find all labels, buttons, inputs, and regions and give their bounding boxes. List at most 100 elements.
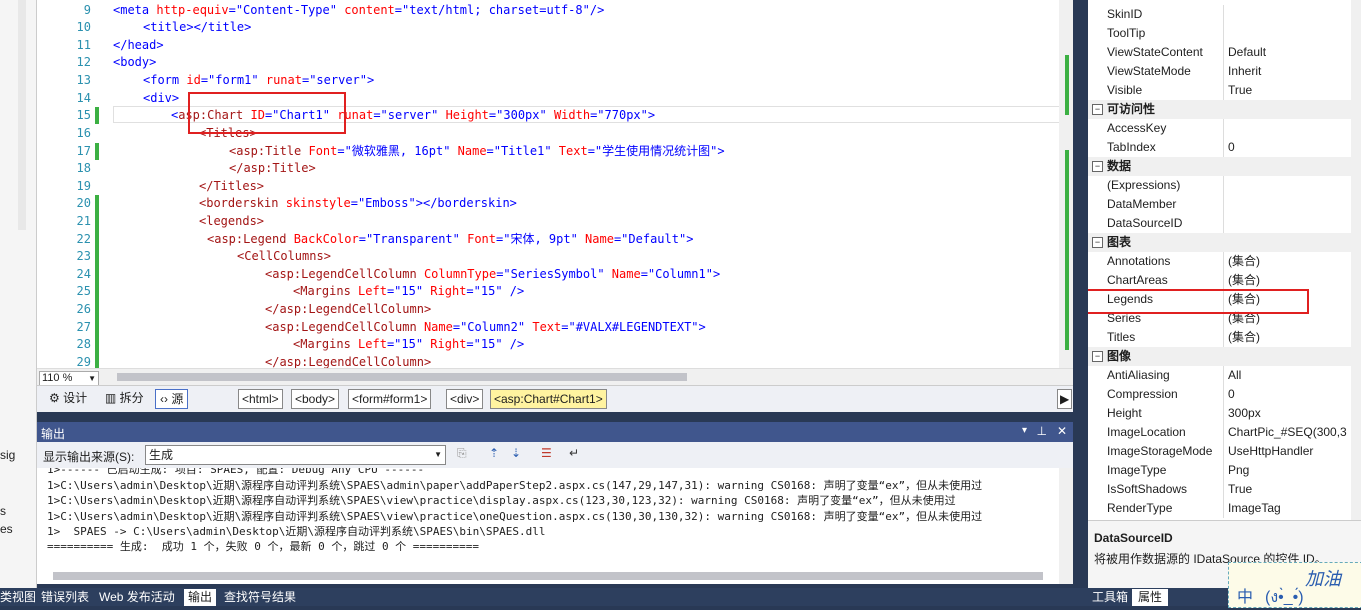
code-line[interactable]: </asp:LegendCellColumn> (265, 301, 431, 318)
output-text-area[interactable]: 1>------ 已启动生成: 项目: SPAES, 配置: Debug Any… (37, 468, 1073, 584)
property-value[interactable] (1228, 24, 1350, 43)
code-line[interactable]: </asp:LegendCellColumn> (265, 354, 431, 368)
code-line[interactable]: <Margins Left="15" Right="15" /> (293, 336, 524, 353)
code-line[interactable]: <asp:Title Font="微软雅黑, 16pt" Name="Title… (229, 143, 725, 160)
property-row[interactable]: RenderType ImageTag (1088, 499, 1361, 518)
code-line[interactable]: <asp:Legend BackColor="Transparent" Font… (207, 231, 693, 248)
property-category[interactable]: − 图像 (1088, 347, 1361, 366)
property-category[interactable]: − 图表 (1088, 233, 1361, 252)
go-to-location-icon[interactable]: ⎘ (457, 446, 467, 461)
property-value[interactable]: Png (1228, 461, 1350, 480)
tab-toolbox[interactable]: 工具箱 (1092, 589, 1128, 606)
source-view-button[interactable]: ‹› 源 (155, 389, 189, 409)
zoom-dropdown[interactable]: 110 % ▼ (39, 371, 99, 386)
property-value[interactable]: All (1228, 366, 1350, 385)
output-horizontal-scrollbar[interactable] (53, 572, 1043, 580)
output-vertical-scrollbar[interactable] (1059, 468, 1073, 584)
property-value[interactable]: UseHttpHandler (1228, 442, 1350, 461)
properties-scrollbar[interactable] (1351, 0, 1361, 520)
collapse-icon[interactable]: − (1092, 237, 1103, 248)
property-row[interactable]: DataMember (1088, 195, 1361, 214)
code-line[interactable]: <meta http-equiv="Content-Type" content=… (113, 2, 604, 19)
code-line[interactable]: <div> (143, 90, 179, 107)
tab-error-list[interactable]: 错误列表 (41, 589, 89, 606)
breadcrumb-body[interactable]: <body> (291, 389, 340, 409)
property-value[interactable]: True (1228, 480, 1350, 499)
collapse-icon[interactable]: − (1092, 104, 1103, 115)
breadcrumb-div[interactable]: <div> (446, 389, 484, 409)
property-row[interactable]: SkinID (1088, 5, 1361, 24)
editor-vertical-scrollbar[interactable] (1059, 0, 1073, 368)
code-line[interactable]: <form id="form1" runat="server"> (143, 72, 374, 89)
breadcrumb-scroll-right[interactable]: ▶ (1057, 389, 1073, 409)
close-icon[interactable]: ✕ (1057, 424, 1067, 438)
property-row[interactable]: Annotations (集合) (1088, 252, 1361, 271)
clear-all-icon[interactable]: ☰ (541, 446, 552, 460)
property-row[interactable]: (Expressions) (1088, 176, 1361, 195)
tab-web-publish[interactable]: Web 发布活动 (99, 589, 175, 606)
next-message-icon[interactable]: ⇣ (511, 446, 521, 460)
property-row[interactable]: Compression 0 (1088, 385, 1361, 404)
property-row[interactable]: AntiAliasing All (1088, 366, 1361, 385)
collapse-icon[interactable]: − (1092, 161, 1103, 172)
property-value[interactable] (1228, 5, 1350, 24)
code-line[interactable]: <borderskin skinstyle="Emboss"></borders… (199, 195, 517, 212)
property-value[interactable] (1228, 119, 1350, 138)
property-value[interactable]: (集合) (1228, 328, 1350, 347)
property-value[interactable]: ImageTag (1228, 499, 1350, 518)
property-row[interactable]: ImageLocation ChartPic_#SEQ(300,3 (1088, 423, 1361, 442)
property-value[interactable]: 0 (1228, 138, 1350, 157)
property-row[interactable]: ViewStateMode Inherit (1088, 62, 1361, 81)
panel-menu-icon[interactable]: ▾ (1022, 425, 1027, 436)
pin-icon[interactable]: ⊥ (1037, 424, 1047, 438)
property-value[interactable]: 300px (1228, 404, 1350, 423)
code-line[interactable]: </head> (113, 37, 164, 54)
property-row[interactable]: ChartAreas (集合) (1088, 271, 1361, 290)
class-view-scrollbar[interactable] (18, 0, 26, 230)
code-line[interactable]: <title></title> (143, 19, 251, 36)
property-row[interactable]: DataSourceID (1088, 214, 1361, 233)
properties-grid[interactable]: SkinID ToolTip ViewStateContent Default View… (1088, 0, 1361, 520)
code-line[interactable]: <CellColumns> (237, 248, 331, 265)
property-row[interactable]: ImageStorageMode UseHttpHandler (1088, 442, 1361, 461)
property-row[interactable]: TabIndex 0 (1088, 138, 1361, 157)
output-source-select[interactable]: 生成 ▼ (145, 445, 446, 465)
tab-find-symbol-results[interactable]: 查找符号结果 (224, 589, 296, 606)
editor-horizontal-scrollbar[interactable] (117, 373, 687, 381)
breadcrumb-form[interactable]: <form#form1> (348, 389, 432, 409)
property-row[interactable]: ToolTip (1088, 24, 1361, 43)
property-row[interactable]: Visible True (1088, 81, 1361, 100)
tab-properties[interactable]: 属性 (1132, 589, 1169, 606)
property-value[interactable] (1228, 214, 1350, 233)
property-row[interactable]: ViewStateContent Default (1088, 43, 1361, 62)
ime-widget[interactable]: 中 加油 (ง•̀_•́) (1228, 562, 1361, 608)
property-value[interactable] (1228, 195, 1350, 214)
split-view-button[interactable]: ▥ 拆分 (101, 389, 148, 407)
property-row[interactable]: IsSoftShadows True (1088, 480, 1361, 499)
property-row[interactable]: AccessKey (1088, 119, 1361, 138)
property-value[interactable]: Inherit (1228, 62, 1350, 81)
code-line[interactable]: <asp:LegendCellColumn Name="Column2" Tex… (265, 319, 706, 336)
code-line[interactable]: <Margins Left="15" Right="15" /> (293, 283, 524, 300)
property-row[interactable]: Titles (集合) (1088, 328, 1361, 347)
design-view-button[interactable]: ⚙ 设计 (45, 389, 91, 407)
property-row[interactable]: Height 300px (1088, 404, 1361, 423)
tab-output[interactable]: 输出 (184, 589, 217, 606)
code-line[interactable]: <legends> (199, 213, 264, 230)
breadcrumb-html[interactable]: <html> (238, 389, 283, 409)
code-line[interactable]: <body> (113, 54, 156, 71)
breadcrumb-chart[interactable]: <asp:Chart#Chart1> (490, 389, 607, 409)
property-value[interactable]: (集合) (1228, 271, 1350, 290)
property-category[interactable]: − 可访问性 (1088, 100, 1361, 119)
property-value[interactable]: True (1228, 81, 1350, 100)
property-value[interactable]: ChartPic_#SEQ(300,3 (1228, 423, 1350, 442)
word-wrap-icon[interactable]: ↵ (569, 446, 579, 460)
code-editor[interactable]: 9 10 11 12 13 14 15 16 17 18 19 20 21 22 23 24 25 26 27 28 2… (37, 0, 1073, 368)
code-line[interactable]: </Titles> (199, 178, 264, 195)
property-value[interactable]: (集合) (1228, 252, 1350, 271)
property-row[interactable]: ImageType Png (1088, 461, 1361, 480)
collapse-icon[interactable]: − (1092, 351, 1103, 362)
code-line[interactable]: </asp:Title> (229, 160, 316, 177)
property-category[interactable]: − 数据 (1088, 157, 1361, 176)
tab-class-view[interactable]: 类视图 (0, 589, 36, 606)
